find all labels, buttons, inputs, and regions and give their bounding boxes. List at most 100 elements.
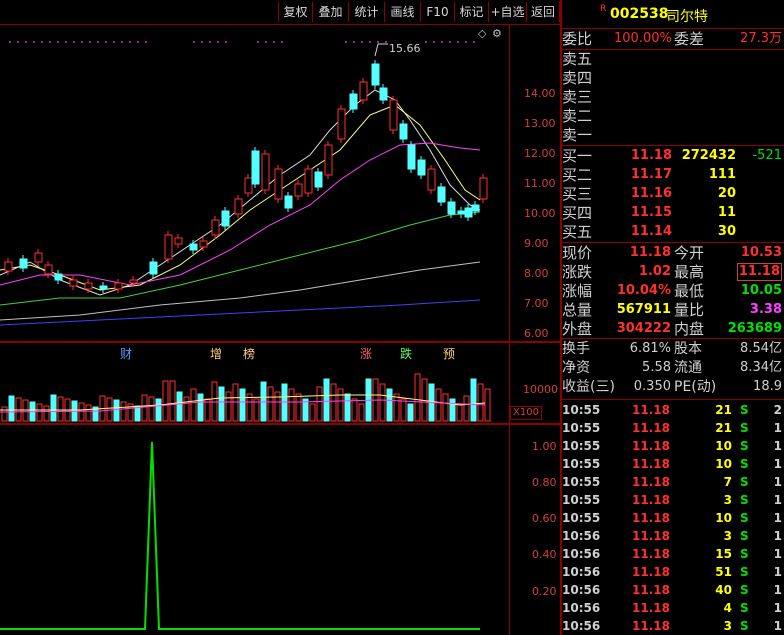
event-marker[interactable]: 跌 [400,345,412,362]
marker-dot [449,41,451,43]
moving-average-line [0,299,481,326]
weibi-row: 委比 100.00% 委差 27.3万 [562,30,784,48]
tick-volume: 3 [723,529,732,543]
candle-body [349,93,358,110]
quote-stat-row: 换手 6.81% 股本 8.54亿 [562,340,784,358]
tick-price: 11.18 [632,403,670,417]
quote-panel: R 002538 司尔特 委比 100.00% 委差 27.3万 卖五 卖四 卖三卖… [562,0,784,635]
marker-dot [9,41,11,43]
tick-count: 1 [773,547,782,561]
volume-bar [477,383,484,422]
candle-body [471,204,480,212]
volume-bar [1,406,8,422]
candle-body [199,240,208,248]
tick-side: S [740,529,749,543]
volume-bar [148,396,155,422]
price-tick: 7.00 [524,297,549,310]
marker-dot [81,41,83,43]
volume-bar [337,388,344,422]
event-marker[interactable]: 财 [120,345,132,362]
diamond-icon[interactable]: ◇ [478,27,486,40]
price-tick: 6.00 [524,327,549,340]
volume-bar [162,380,169,422]
marker-dot [225,41,227,43]
event-marker[interactable]: 榜 [243,345,255,362]
marker-dot [89,41,91,43]
marker-dot [121,41,123,43]
stat-value: 263689 [727,321,782,336]
marker-dot [41,41,43,43]
bid-volume: 11 [717,205,736,220]
stat-value: 3.38 [749,302,782,317]
stat-label: 净资 [562,360,590,376]
tick-side: S [740,439,749,453]
tick-row: 10:55 11.18 21 S 2 [562,401,784,419]
tick-price: 11.18 [632,439,670,453]
moving-average-line [0,211,481,306]
tick-count: 1 [773,529,782,543]
tick-time: 10:55 [562,403,601,417]
tick-time: 10:56 [562,529,601,543]
candle-body [417,159,426,176]
price-tick: 8.00 [524,267,549,280]
volume-bar [155,398,162,422]
stat-value: 8.54亿 [740,341,782,356]
tick-price: 11.18 [632,601,670,615]
stat-value: 304222 [616,321,671,336]
candle-body [84,282,93,290]
candle-body [437,186,446,203]
moving-average-line [0,104,481,291]
tick-price: 11.18 [632,619,670,633]
stat-value: 0.350 [633,379,671,394]
tick-volume: 15 [715,547,732,561]
quote-stat-row: 外盘 304222 内盘 263689 [562,320,784,338]
event-marker[interactable]: 预 [443,345,455,362]
candle-body [211,219,220,236]
stat-value: 10.05 [740,283,782,298]
ask-row: 卖三 [562,88,784,106]
quote-stat-row: 现价 11.18 今开 10.53 [562,244,784,262]
tick-volume: 21 [715,421,732,435]
weicha-value: 27.3万 [740,31,782,46]
candle-body [294,183,303,197]
tick-row: 10:56 11.18 51 S 1 [562,563,784,581]
volume-bar [414,373,421,422]
event-marker[interactable]: 增 [210,345,222,362]
tick-time: 10:55 [562,475,601,489]
settings-icon[interactable]: ⚙ [492,27,502,40]
stat-label: 股本 [674,341,702,357]
indicator-tick: 0.60 [532,512,557,525]
stat-value: 5.58 [642,360,671,375]
marker-dot [57,41,59,43]
candle-body [447,201,456,215]
tick-volume: 4 [723,601,732,615]
bid-label: 买一 [562,147,593,165]
volume-bar [197,393,204,422]
indicator-tick: 0.20 [532,585,557,598]
tick-volume: 21 [715,403,732,417]
high-marker [374,43,388,57]
volume-bar [316,386,323,422]
ask-label: 卖二 [562,107,593,125]
tick-time: 10:55 [562,493,601,507]
event-marker[interactable]: 涨 [360,345,372,362]
ask-row: 卖一 [562,126,784,144]
marker-dot [361,41,363,43]
stat-label: 最低 [674,282,705,300]
marker-dot [137,41,139,43]
weibi-label: 委比 [562,30,593,48]
volume-bar [57,396,64,422]
candle-body [314,171,323,188]
stat-label: 流通 [674,360,702,376]
marker-dot [201,41,203,43]
tick-count: 1 [773,619,782,633]
tick-volume: 51 [715,565,732,579]
moving-average-line [0,89,481,296]
quote-stat-row: 总量 567911 量比 3.38 [562,301,784,319]
tick-time: 10:56 [562,565,601,579]
volume-bar [183,396,190,422]
candle-body [389,99,398,131]
volume-bar [442,393,449,422]
ask-label: 卖四 [562,69,593,87]
indicator-tick: 0.40 [532,548,557,561]
